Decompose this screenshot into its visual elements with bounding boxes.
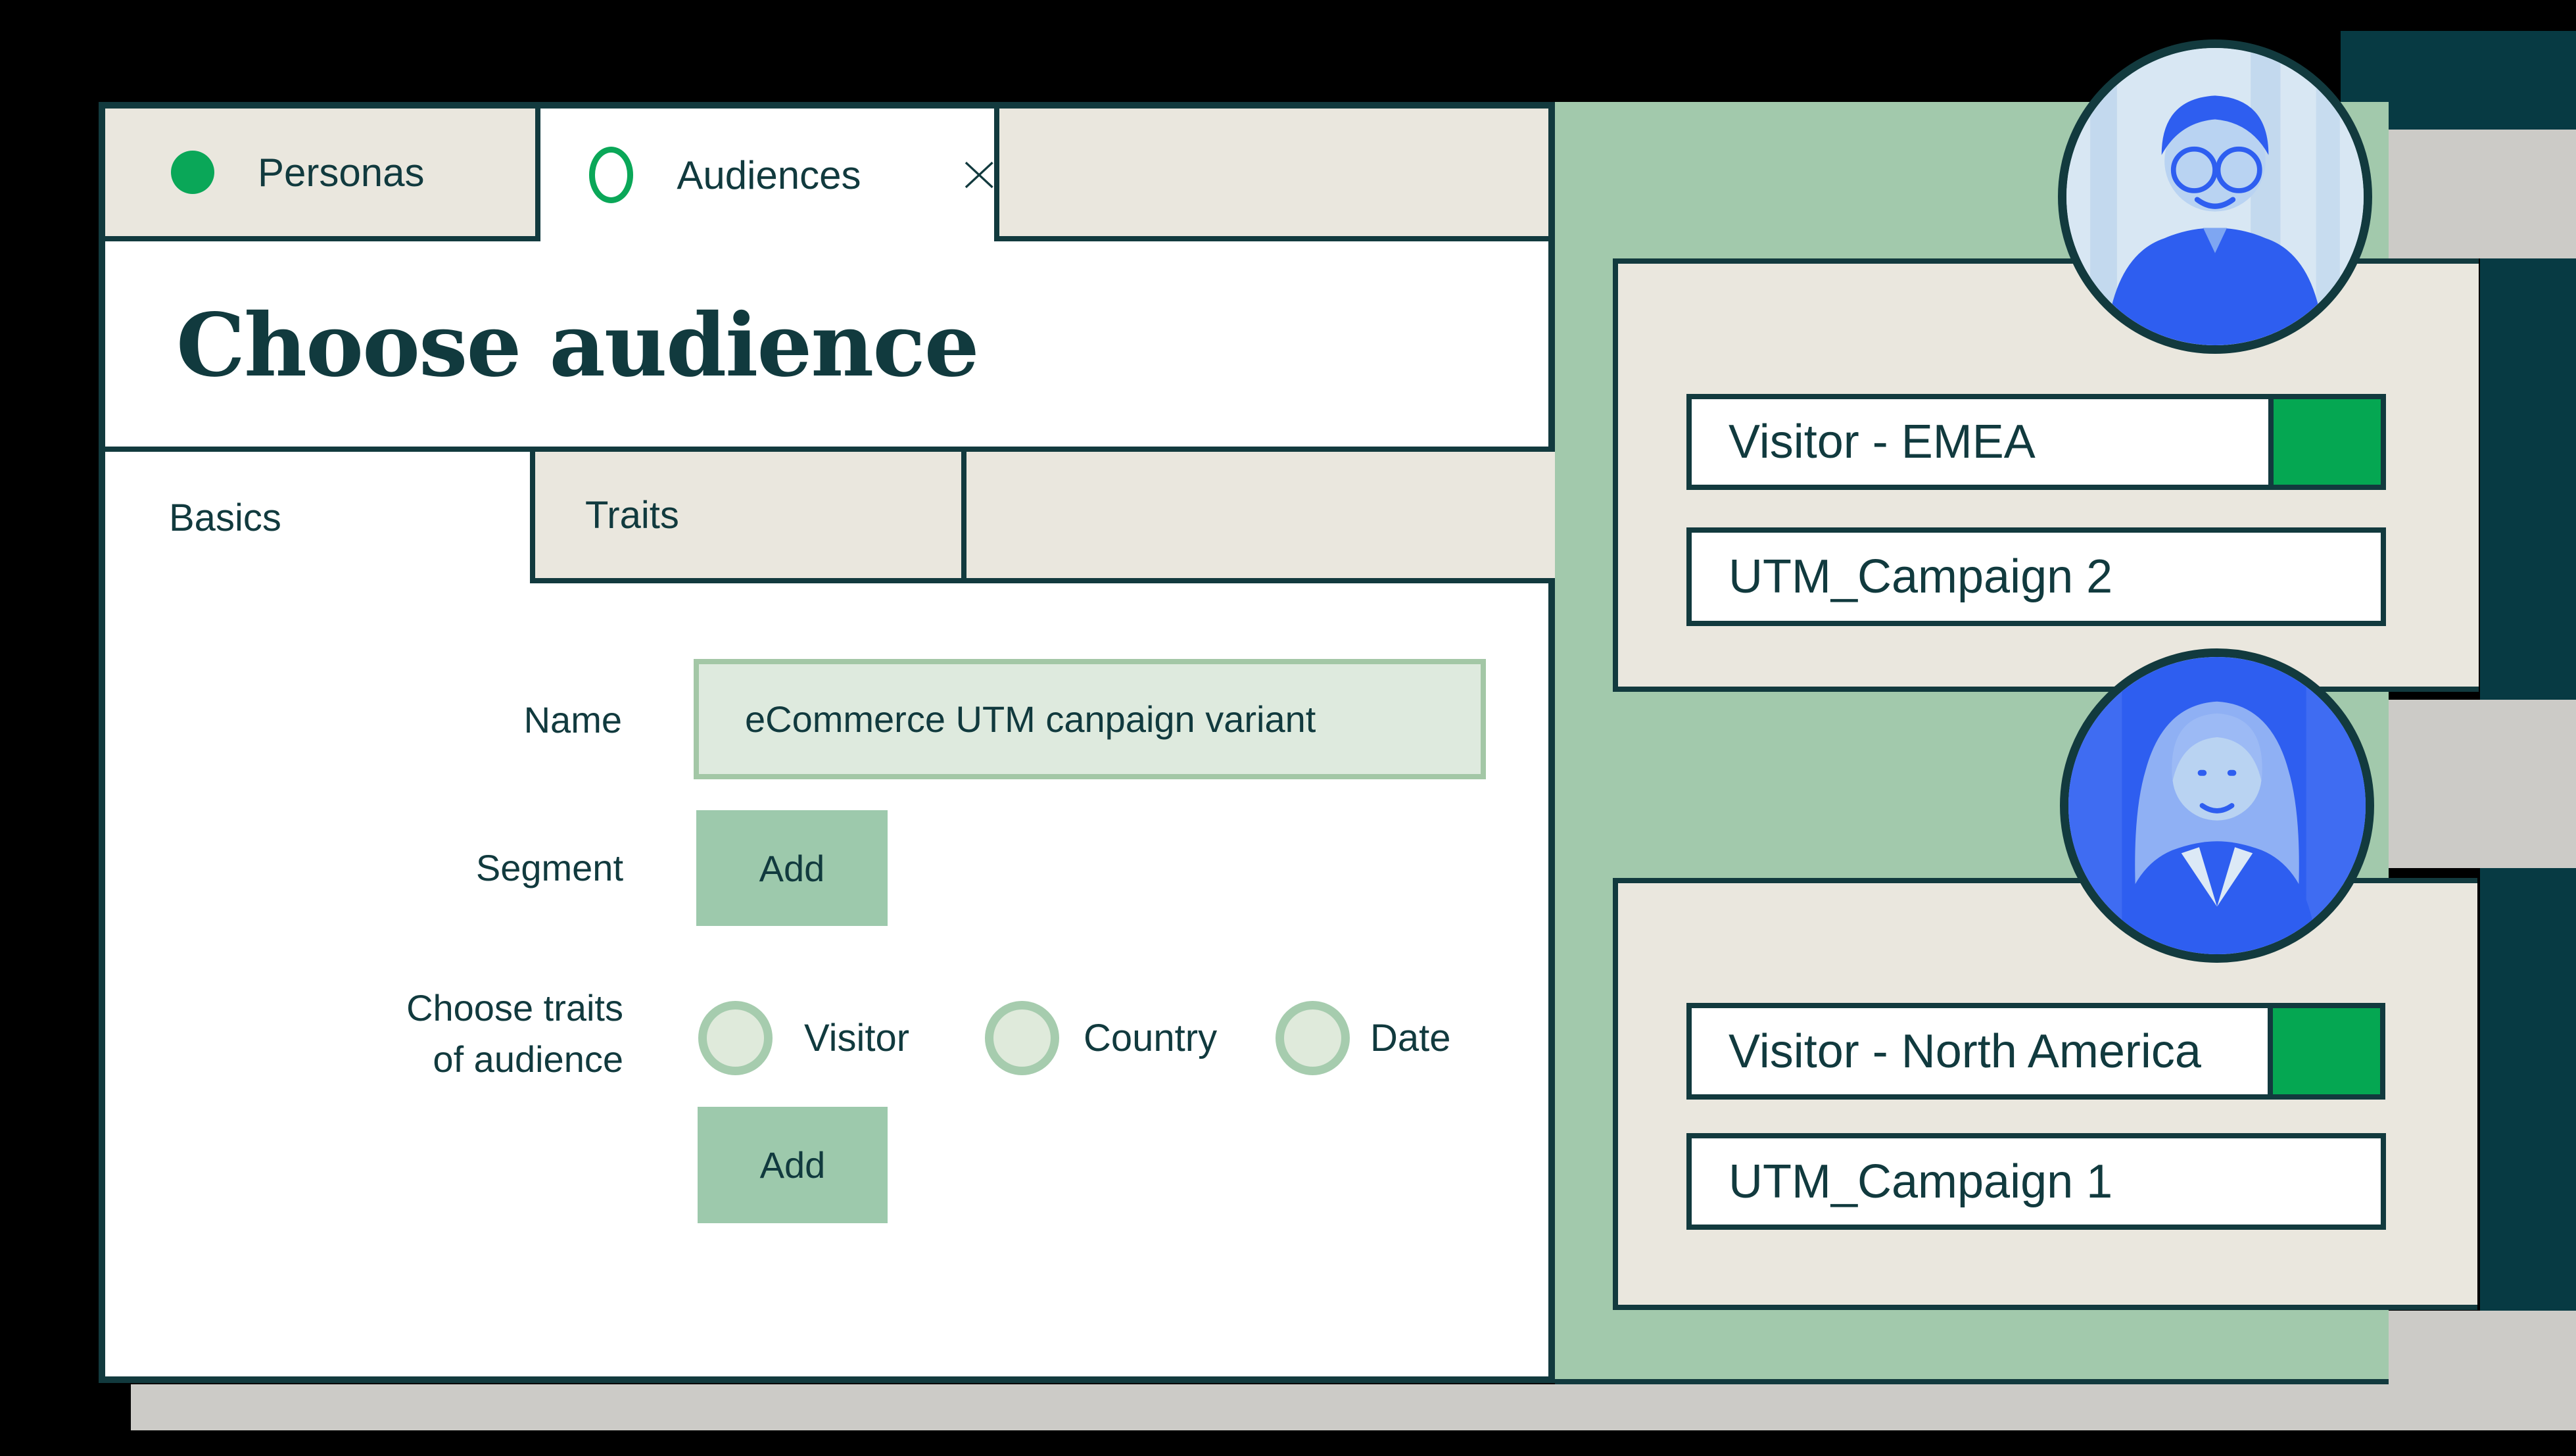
gray-bottom-bar <box>131 1384 2576 1430</box>
name-input-value: eCommerce UTM canpaign variant <box>745 698 1316 740</box>
filled-circle-icon <box>171 151 214 194</box>
tab-traits-label: Traits <box>585 493 679 537</box>
gray-block-mid-right <box>2389 700 2576 868</box>
visitor-north-america-box[interactable]: Visitor - North America <box>1686 1003 2385 1100</box>
close-icon[interactable] <box>964 156 994 194</box>
traits-add-label: Add <box>759 1144 826 1186</box>
man-avatar-graphic <box>2066 48 2364 345</box>
radio-visitor[interactable] <box>698 1001 773 1075</box>
name-input[interactable]: eCommerce UTM canpaign variant <box>694 659 1486 779</box>
visitor-north-america-label: Visitor - North America <box>1729 1025 2201 1078</box>
tab-personas-label: Personas <box>258 150 425 195</box>
radio-date[interactable] <box>1276 1001 1350 1075</box>
tab-audiences[interactable]: Audiences <box>540 102 999 241</box>
subtab-top-divider <box>99 447 1555 452</box>
radio-country-label: Country <box>1084 1017 1218 1059</box>
woman-avatar <box>2060 648 2374 963</box>
tab-audiences-label: Audiences <box>677 153 861 197</box>
tab-traits[interactable]: Traits <box>530 452 966 583</box>
segment-add-button[interactable]: Add <box>696 810 888 926</box>
radio-date-label: Date <box>1370 1017 1451 1059</box>
tab-row-filler <box>999 102 1555 241</box>
visitor-emea-green-tag <box>2268 399 2381 485</box>
visitor-emea-box[interactable]: Visitor - EMEA <box>1686 394 2386 490</box>
tab-personas[interactable]: Personas <box>99 102 540 241</box>
man-avatar <box>2058 39 2372 354</box>
utm-campaign-2-label: UTM_Campaign 2 <box>1729 550 2113 603</box>
choose-traits-label-line2: of audience <box>433 1038 623 1080</box>
illustration-canvas: Visitor - EMEA UTM_Campaign 2 Visitor - … <box>0 0 2576 1456</box>
choose-traits-label-line1: Choose traits <box>406 987 623 1029</box>
utm-campaign-2-box[interactable]: UTM_Campaign 2 <box>1686 527 2386 626</box>
tab-basics-label: Basics <box>169 496 281 539</box>
name-label: Name <box>523 699 622 740</box>
gray-block-top-right <box>2389 130 2576 258</box>
radio-visitor-label: Visitor <box>804 1017 910 1059</box>
traits-add-button[interactable]: Add <box>698 1107 888 1223</box>
utm-campaign-1-label: UTM_Campaign 1 <box>1729 1155 2113 1208</box>
woman-avatar-graphic <box>2068 657 2366 954</box>
subtab-row-filler <box>966 452 1555 583</box>
radio-country[interactable] <box>985 1001 1059 1075</box>
segment-add-label: Add <box>759 847 825 889</box>
visitor-north-america-green-tag <box>2268 1008 2380 1094</box>
visitor-emea-label: Visitor - EMEA <box>1729 416 2036 468</box>
tab-basics[interactable]: Basics <box>105 452 530 583</box>
choose-traits-label: Choose traits of audience <box>295 983 623 1085</box>
page-title: Choose audience <box>176 295 980 397</box>
utm-campaign-1-box[interactable]: UTM_Campaign 1 <box>1686 1133 2386 1230</box>
segment-label: Segment <box>475 847 623 888</box>
outline-circle-icon <box>589 147 634 203</box>
